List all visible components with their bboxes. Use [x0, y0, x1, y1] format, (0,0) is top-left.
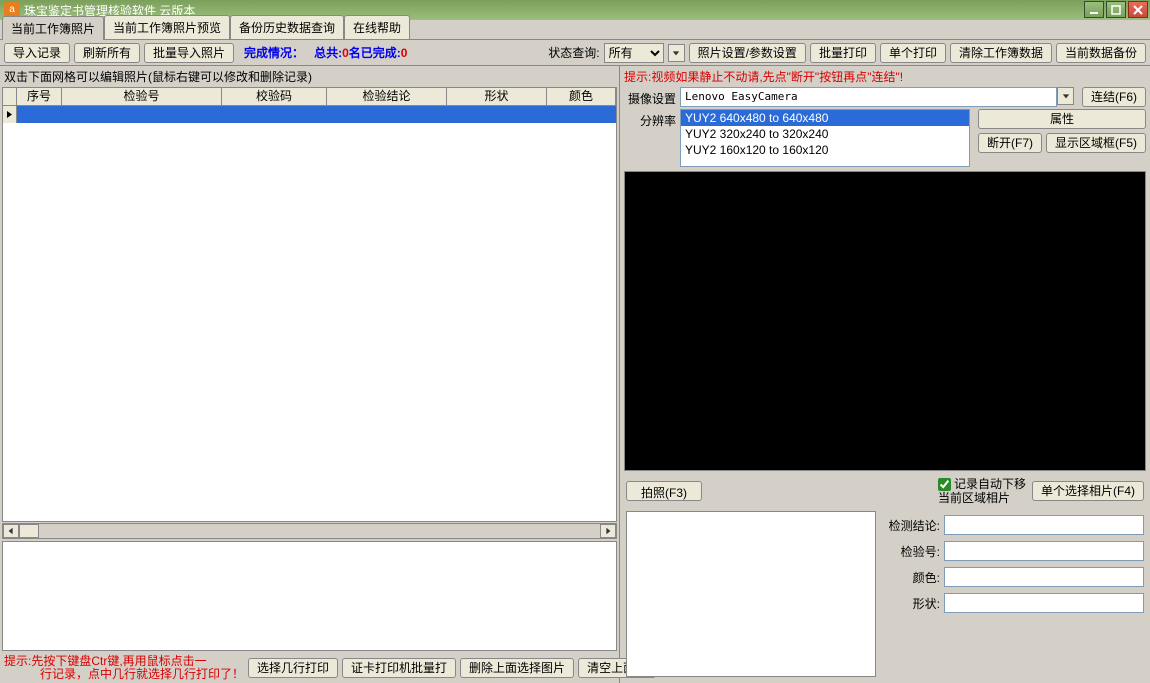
check-no-label: 检验号: — [882, 543, 940, 560]
video-hint: 提示:视频如果静止不动请,先点"断开"按钮再点"连结"! — [624, 68, 1146, 85]
color-input[interactable] — [944, 567, 1144, 587]
horizontal-scrollbar[interactable] — [2, 523, 617, 539]
camera-select[interactable]: Lenovo EasyCamera — [680, 87, 1057, 107]
query-label: 状态查询: — [548, 44, 599, 61]
query-select[interactable]: 所有 — [604, 43, 664, 63]
close-button[interactable] — [1128, 1, 1148, 18]
status-label: 完成情况： — [244, 46, 304, 60]
import-button[interactable]: 导入记录 — [4, 43, 70, 63]
properties-button[interactable]: 属性 — [978, 109, 1146, 129]
tab-history[interactable]: 备份历史数据查询 — [230, 15, 344, 39]
tab-current-photos[interactable]: 当前工作簿照片 — [2, 16, 104, 40]
result-label: 检测结论: — [882, 517, 940, 534]
done-label: 名已完成: — [349, 46, 401, 60]
disconnect-button[interactable]: 断开(F7) — [978, 133, 1042, 153]
col-result[interactable]: 检验结论 — [327, 88, 447, 105]
card-printer-batch-button[interactable]: 证卡打印机批量打 — [342, 658, 456, 678]
tab-help[interactable]: 在线帮助 — [344, 15, 410, 39]
col-color[interactable]: 颜色 — [547, 88, 616, 105]
data-grid[interactable]: 序号 检验号 校验码 检验结论 形状 颜色 — [2, 87, 617, 522]
show-region-button[interactable]: 显示区域框(F5) — [1046, 133, 1146, 153]
single-print-button[interactable]: 单个打印 — [880, 43, 946, 63]
auto-move-checkbox[interactable] — [938, 478, 951, 491]
total-count: 0 — [342, 46, 349, 60]
maximize-button[interactable] — [1106, 1, 1126, 18]
single-select-photo-button[interactable]: 单个选择相片(F4) — [1032, 481, 1144, 501]
check-no-input[interactable] — [944, 541, 1144, 561]
table-row[interactable] — [3, 106, 616, 123]
result-input[interactable] — [944, 515, 1144, 535]
grid-corner — [3, 88, 17, 105]
col-shape[interactable]: 形状 — [447, 88, 547, 105]
scroll-thumb[interactable] — [19, 524, 39, 538]
shape-input[interactable] — [944, 593, 1144, 613]
refresh-button[interactable]: 刷新所有 — [74, 43, 140, 63]
status-text: 完成情况： 总共:0名已完成:0 — [244, 44, 407, 61]
row-indicator-icon — [3, 106, 17, 123]
clear-wb-button[interactable]: 清除工作簿数据 — [950, 43, 1052, 63]
scroll-right-icon[interactable] — [600, 524, 616, 538]
grid-hint: 双击下面网格可以编辑照片(鼠标右键可以修改和删除记录) — [0, 66, 619, 87]
print-selected-button[interactable]: 选择几行打印 — [248, 658, 338, 678]
auto-move-label: 记录自动下移 — [954, 477, 1026, 491]
shape-label: 形状: — [882, 595, 940, 612]
done-count: 0 — [401, 46, 408, 60]
resolution-list[interactable]: YUY2 640x480 to 640x480 YUY2 320x240 to … — [680, 109, 970, 167]
col-verify-code[interactable]: 校验码 — [222, 88, 327, 105]
current-region-label: 当前区域相片 — [938, 491, 1010, 505]
list-item[interactable]: YUY2 160x120 to 160x120 — [681, 142, 969, 158]
minimize-button[interactable] — [1084, 1, 1104, 18]
bottom-hint: 提示:先按下键盘Ctr键,再用鼠标点击一 行记录，点中几行就选择几行打印了！ — [4, 655, 244, 681]
photo-preview — [626, 511, 876, 677]
camera-label: 摄像设置 — [624, 87, 676, 107]
batch-print-button[interactable]: 批量打印 — [810, 43, 876, 63]
toolbar: 导入记录 刷新所有 批量导入照片 完成情况： 总共:0名已完成:0 状态查询: … — [0, 40, 1150, 66]
capture-button[interactable]: 拍照(F3) — [626, 481, 702, 501]
photo-settings-button[interactable]: 照片设置/参数设置 — [689, 43, 806, 63]
color-label: 颜色: — [882, 569, 940, 586]
dropdown-icon[interactable] — [668, 44, 685, 62]
camera-dropdown-icon[interactable] — [1057, 87, 1074, 105]
tab-preview[interactable]: 当前工作簿照片预览 — [104, 15, 230, 39]
video-preview — [624, 171, 1146, 471]
total-label: 总共: — [314, 46, 342, 60]
memo-area[interactable] — [2, 541, 617, 651]
list-item[interactable]: YUY2 640x480 to 640x480 — [681, 110, 969, 126]
list-item[interactable]: YUY2 320x240 to 320x240 — [681, 126, 969, 142]
col-check-no[interactable]: 检验号 — [62, 88, 222, 105]
delete-selected-images-button[interactable]: 删除上面选择图片 — [460, 658, 574, 678]
resolution-label: 分辨率 — [624, 109, 676, 129]
batch-import-button[interactable]: 批量导入照片 — [144, 43, 234, 63]
col-seq[interactable]: 序号 — [17, 88, 62, 105]
connect-button[interactable]: 连结(F6) — [1082, 87, 1146, 107]
backup-button[interactable]: 当前数据备份 — [1056, 43, 1146, 63]
tab-strip: 当前工作簿照片 当前工作簿照片预览 备份历史数据查询 在线帮助 — [0, 20, 1150, 40]
scroll-left-icon[interactable] — [3, 524, 19, 538]
